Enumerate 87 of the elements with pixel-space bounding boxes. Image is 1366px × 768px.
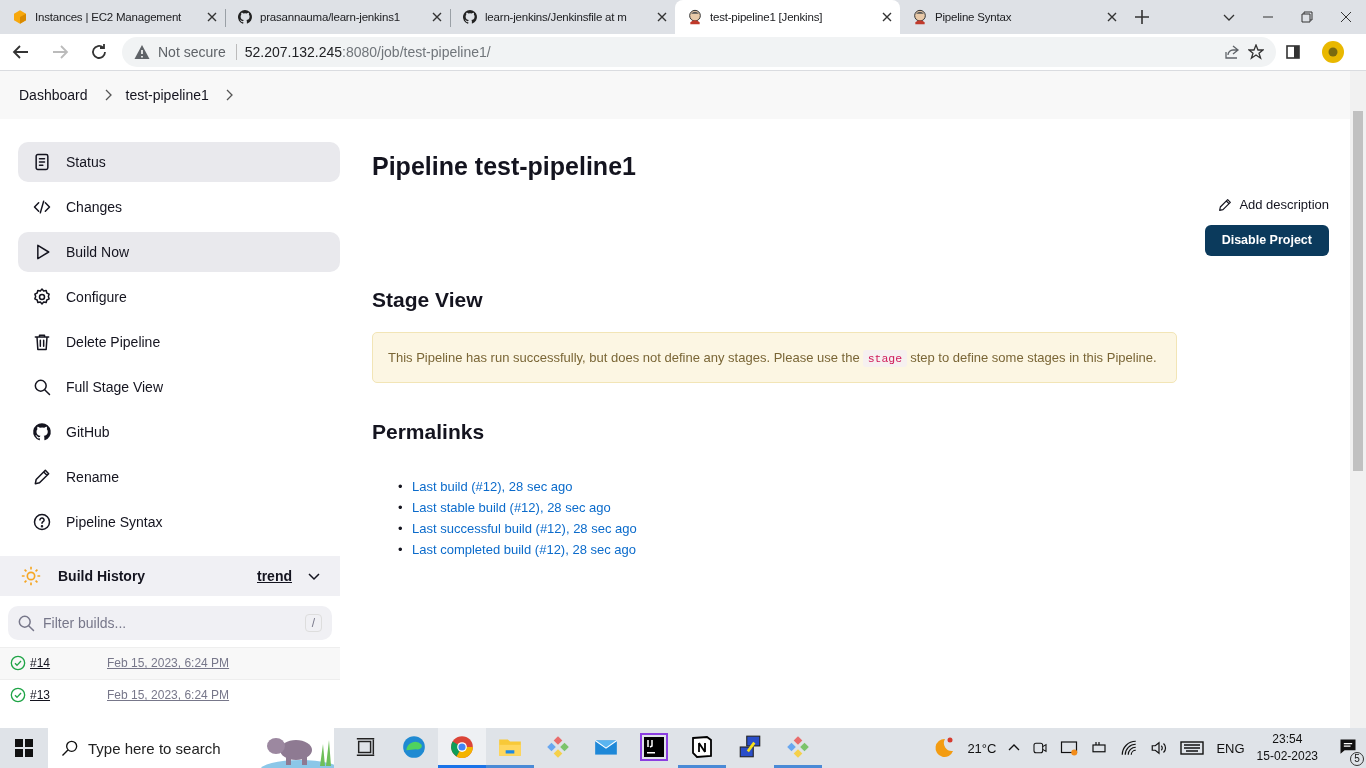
notion-icon bbox=[690, 734, 714, 759]
language-indicator[interactable]: ENG bbox=[1216, 740, 1245, 756]
permalink[interactable]: Last successful build (#12), 28 sec ago bbox=[412, 520, 637, 536]
url-text: 52.207.132.245:8080/job/test-pipeline1/ bbox=[244, 43, 492, 60]
check-circle-icon bbox=[10, 655, 26, 672]
bullet: • bbox=[398, 519, 404, 538]
temperature[interactable]: 21°C bbox=[967, 740, 997, 756]
speaker-icon bbox=[1150, 739, 1169, 757]
gear-icon bbox=[32, 286, 52, 307]
address-bar[interactable]: Not secure 52.207.132.245:8080/job/test-pipeline1/ bbox=[122, 36, 1276, 67]
notice-message: This Pipeline has run successfully, but does not define any stages. Please use the stage step to define some stages in this Pipeline. bbox=[372, 331, 1177, 383]
notification-count: 5 bbox=[1350, 751, 1364, 766]
monitor-icon bbox=[1060, 739, 1079, 757]
permalink[interactable]: Last build (#12), 28 sec ago bbox=[412, 478, 573, 494]
butler-icon bbox=[912, 9, 928, 25]
pencil-icon bbox=[1217, 196, 1234, 213]
permalink[interactable]: Last stable build (#12), 28 sec ago bbox=[412, 499, 611, 515]
disable-project-button[interactable]: Disable Project bbox=[1204, 224, 1329, 256]
close-icon[interactable] bbox=[882, 12, 892, 22]
scrollbar[interactable] bbox=[1350, 70, 1366, 728]
bullet: • bbox=[398, 498, 404, 517]
ide-icon bbox=[642, 734, 666, 759]
bullet: • bbox=[398, 477, 404, 496]
sidebar-item[interactable]: Configure bbox=[18, 276, 340, 317]
sidebar-item[interactable]: Build Now bbox=[18, 231, 340, 272]
github-icon bbox=[32, 421, 52, 442]
browser-tab[interactable]: Instances | EC2 Management bbox=[0, 0, 225, 34]
sidebar-item[interactable]: Rename bbox=[18, 456, 340, 497]
star-icon[interactable] bbox=[1248, 43, 1264, 60]
sidebar-item[interactable]: GitHub bbox=[18, 411, 340, 452]
build-link[interactable]: #13 bbox=[30, 688, 107, 703]
chevron-right-icon[interactable] bbox=[103, 88, 112, 101]
shortcut-key: / bbox=[304, 613, 322, 632]
windows-icon[interactable] bbox=[15, 739, 33, 757]
document-icon bbox=[32, 151, 52, 172]
sidebar-item[interactable]: Full Stage View bbox=[18, 366, 340, 407]
github-icon bbox=[237, 9, 253, 25]
clock-date[interactable]: 15-02-2023 bbox=[1256, 748, 1318, 765]
task-view-icon bbox=[355, 735, 377, 758]
sidebar-item[interactable]: Status bbox=[18, 141, 340, 182]
build-date[interactable]: Feb 15, 2023, 6:24 PM bbox=[107, 656, 230, 671]
section-heading: Permalinks bbox=[372, 419, 486, 444]
sidebar-item[interactable]: Pipeline Syntax bbox=[18, 501, 340, 542]
breadcrumb-link[interactable]: Dashboard bbox=[19, 86, 88, 103]
camera-icon bbox=[1032, 740, 1049, 756]
clock-time[interactable]: 23:54 bbox=[1272, 731, 1303, 748]
close-icon[interactable] bbox=[657, 12, 667, 22]
sidebar-item[interactable]: Changes bbox=[18, 186, 340, 227]
avatar-icon[interactable] bbox=[1322, 40, 1344, 63]
build-history-title: Build History bbox=[58, 567, 147, 584]
check-circle-icon bbox=[10, 687, 26, 704]
new-tab-icon[interactable] bbox=[1135, 10, 1149, 24]
github-icon bbox=[462, 9, 478, 25]
security-label: Not secure bbox=[158, 43, 237, 60]
help-icon bbox=[32, 511, 52, 532]
bullet: • bbox=[398, 540, 404, 559]
reload-icon[interactable] bbox=[90, 42, 108, 61]
close-icon[interactable] bbox=[1340, 11, 1352, 23]
share-icon[interactable] bbox=[1224, 43, 1240, 60]
browser-tab[interactable]: prasannauma/learn-jenkins1 bbox=[225, 0, 450, 34]
build-date[interactable]: Feb 15, 2023, 6:24 PM bbox=[107, 688, 230, 703]
browser-tab[interactable]: learn-jenkins/Jenkinsfile at m bbox=[450, 0, 675, 34]
wifi-icon bbox=[1120, 739, 1139, 757]
trend-link[interactable]: trend bbox=[257, 567, 292, 584]
browser-tab[interactable]: test-pipeline1 [Jenkins] bbox=[675, 0, 900, 34]
add-description-link[interactable]: Add description bbox=[1217, 196, 1329, 213]
breadcrumb-link[interactable]: test-pipeline1 bbox=[125, 86, 209, 103]
page-title: Pipeline test-pipeline1 bbox=[372, 151, 637, 181]
section-heading: Stage View bbox=[372, 287, 484, 312]
chevron-right-icon[interactable] bbox=[224, 88, 233, 101]
side-panel-icon[interactable] bbox=[1286, 44, 1300, 59]
build-link[interactable]: #14 bbox=[30, 656, 107, 671]
swirl-icon bbox=[401, 733, 427, 760]
restore-icon[interactable] bbox=[1301, 11, 1313, 23]
close-icon[interactable] bbox=[432, 12, 442, 22]
permalink[interactable]: Last completed build (#12), 28 sec ago bbox=[412, 541, 637, 557]
back-icon[interactable] bbox=[12, 42, 30, 61]
close-icon[interactable] bbox=[1107, 12, 1117, 22]
sun-icon bbox=[20, 564, 42, 587]
browser-tab[interactable]: Pipeline Syntax bbox=[900, 0, 1125, 34]
sidebar-item[interactable]: Delete Pipeline bbox=[18, 321, 340, 362]
chrome-icon bbox=[449, 733, 475, 760]
warning-icon bbox=[134, 43, 150, 60]
terminals-icon bbox=[737, 733, 763, 760]
butler-icon bbox=[687, 9, 703, 25]
close-icon[interactable] bbox=[207, 12, 217, 22]
cube-icon bbox=[12, 9, 28, 25]
